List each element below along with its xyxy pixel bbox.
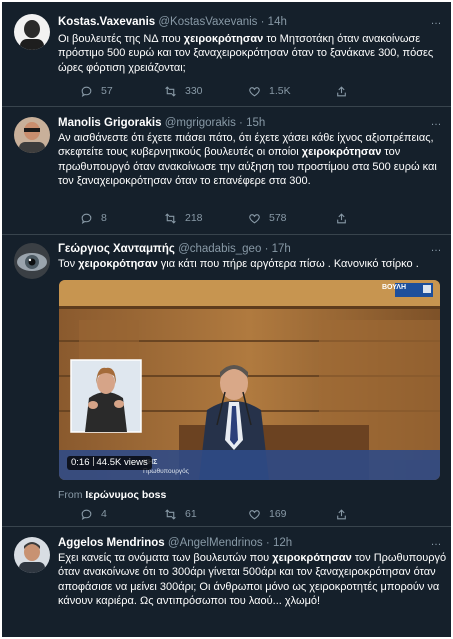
author-handle[interactable]: @chadabis_geo: [178, 243, 261, 255]
tweet-text: Τον χειροκρότησαν για κάτι που πήρε αργό…: [58, 258, 419, 270]
retweet-icon: [165, 508, 176, 520]
heart-icon: [249, 509, 260, 519]
reply-button[interactable]: 57: [80, 84, 113, 98]
more-icon[interactable]: …: [427, 243, 445, 257]
author-name[interactable]: Aggelos Mendrinos: [58, 537, 165, 549]
reply-icon: [81, 213, 92, 224]
tweet[interactable]: Aggelos Mendrinos @AngelMendrinos · 12h …: [2, 527, 451, 637]
heart-icon: [249, 86, 260, 96]
video-views: 44.5K views: [96, 457, 148, 468]
author-handle[interactable]: @mgrigorakis: [165, 117, 236, 129]
retweet-button[interactable]: 218: [164, 211, 203, 225]
tweet-text: Οι βουλευτές της ΝΔ που χειροκρότησαν το…: [58, 33, 434, 74]
reply-button[interactable]: 4: [80, 507, 107, 521]
tweet-actions: 8 218 578: [58, 211, 418, 225]
retweet-button[interactable]: 330: [164, 84, 203, 98]
video-duration: 0:16: [71, 457, 90, 468]
share-icon: [337, 85, 346, 96]
more-icon[interactable]: …: [427, 16, 445, 30]
avatar[interactable]: [14, 243, 50, 279]
tweet-actions: 4 61 169: [58, 507, 418, 521]
author-handle[interactable]: @AngelMendrinos: [168, 537, 263, 549]
like-button[interactable]: 169: [248, 507, 287, 521]
author-name[interactable]: Kostas.Vaxevanis: [58, 16, 155, 28]
like-button[interactable]: 1.5K: [248, 84, 291, 98]
avatar[interactable]: [14, 117, 50, 153]
tweet[interactable]: Kostas.Vaxevanis @KostasVaxevanis · 14h …: [2, 2, 451, 107]
share-icon: [337, 212, 346, 223]
video-frame: [59, 280, 440, 480]
author-name[interactable]: Γεώργιος Χανταμπής: [58, 243, 175, 255]
reply-icon: [81, 86, 92, 97]
timeline: Kostas.Vaxevanis @KostasVaxevanis · 14h …: [0, 0, 453, 639]
retweet-icon: [165, 212, 176, 224]
heart-icon: [249, 213, 260, 223]
like-button[interactable]: 578: [248, 211, 287, 225]
more-icon[interactable]: …: [427, 117, 445, 131]
reply-button[interactable]: 8: [80, 211, 107, 225]
tweet-text: Αν αισθάνεστε ότι έχετε πιάσει πάτο, ότι…: [58, 132, 437, 188]
tweet[interactable]: Manolis Grigorakis @mgrigorakis · 15h … …: [2, 107, 451, 235]
more-icon[interactable]: …: [427, 537, 445, 551]
video-source[interactable]: From Ιερώνυμος boss: [58, 489, 166, 501]
video-player[interactable]: ΒΟΥΛΗ ΚΗΣ Πρωθυπουργός 0:1644.5K views: [59, 280, 440, 480]
retweet-button[interactable]: 61: [164, 507, 197, 521]
tweet-header: Γεώργιος Χανταμπής @chadabis_geo · 17h: [58, 243, 291, 255]
tweet-time[interactable]: 17h: [272, 243, 291, 255]
avatar[interactable]: [14, 14, 50, 50]
tweet-time[interactable]: 14h: [268, 16, 287, 28]
tweet-actions: 57 330 1.5K: [58, 84, 418, 98]
tweet-text: Εχει κανείς τα ονόματα των βουλευτών που…: [58, 552, 447, 608]
tweet-header: Kostas.Vaxevanis @KostasVaxevanis · 14h: [58, 16, 287, 28]
reply-icon: [81, 509, 92, 520]
tweet-header: Manolis Grigorakis @mgrigorakis · 15h: [58, 117, 266, 129]
author-handle[interactable]: @KostasVaxevanis: [158, 16, 257, 28]
share-button[interactable]: [335, 211, 356, 225]
channel-logo: ΒΟΥΛΗ: [381, 284, 406, 291]
tweet-header: Aggelos Mendrinos @AngelMendrinos · 12h: [58, 537, 293, 549]
tweet-time[interactable]: 15h: [246, 117, 265, 129]
share-button[interactable]: [335, 84, 356, 98]
avatar[interactable]: [14, 537, 50, 573]
share-button[interactable]: [335, 507, 356, 521]
tweet-time[interactable]: 12h: [273, 537, 292, 549]
author-name[interactable]: Manolis Grigorakis: [58, 117, 162, 129]
video-stats-badge: 0:16 44.5K views: [67, 456, 152, 470]
retweet-icon: [165, 85, 176, 97]
share-icon: [337, 508, 346, 519]
